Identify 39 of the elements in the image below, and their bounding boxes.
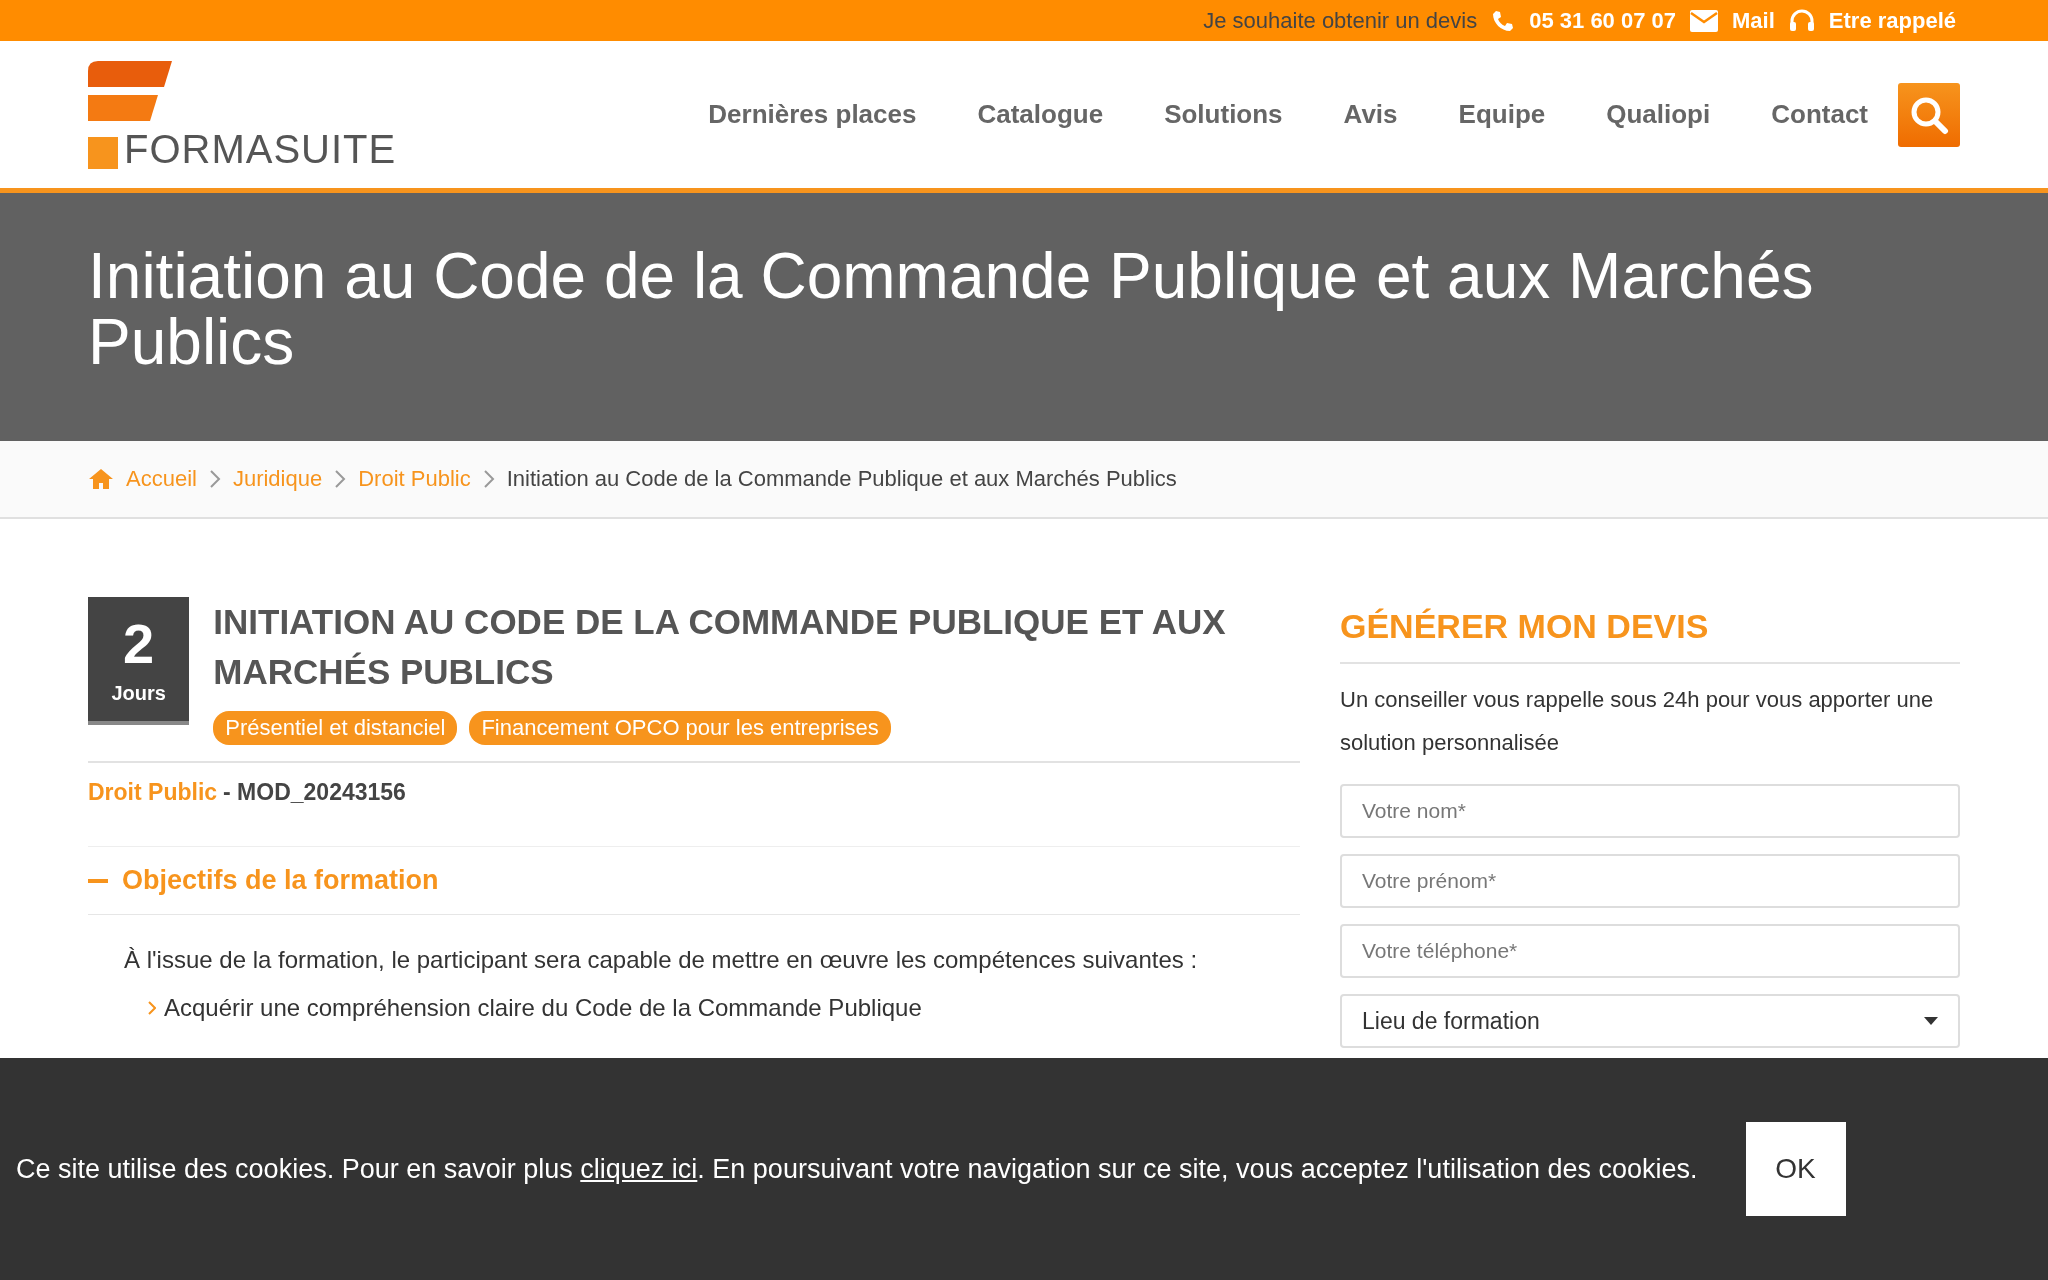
course-tag: Financement OPCO pour les entreprises: [469, 711, 891, 745]
duration-unit: Jours: [111, 681, 166, 705]
text-field[interactable]: Votre prénom*: [1340, 854, 1960, 908]
objective-item: Acquérir une compréhension claire du Code de la Commande Publique: [164, 993, 922, 1023]
select-field[interactable]: Lieu de formation: [1340, 994, 1960, 1048]
nav-link[interactable]: Solutions: [1164, 99, 1283, 130]
caret-down-icon: [1924, 1017, 1938, 1025]
ok-button[interactable]: OK: [1745, 1122, 1846, 1216]
minus-icon: [88, 878, 108, 883]
breadcrumb-current: Initiation au Code de la Commande Publique et aux Marchés Publics: [506, 466, 1177, 492]
cookie-message: Ce site utilise des cookies. Pour en savoir plus cliquez ici. En poursuivant votre navigation sur ce site, vous acceptez l'utilisation des cookies.: [16, 1153, 1698, 1185]
quote-link[interactable]: Je souhaite obtenir un devis: [1203, 7, 1478, 34]
chevron-right-icon: [334, 469, 347, 489]
course-title: INITIATION AU CODE DE LA COMMANDE PUBLIQUE ET AUX MARCHÉS PUBLICS: [213, 601, 1227, 693]
text-field[interactable]: Votre téléphone*: [1340, 924, 1960, 978]
nav-link[interactable]: Qualiopi: [1606, 99, 1711, 130]
logo-text: FORMASUITE: [124, 128, 397, 169]
headphones-icon: [1788, 8, 1815, 33]
nav-link[interactable]: Avis: [1343, 99, 1398, 130]
nav-link[interactable]: Dernières places: [708, 99, 917, 130]
form-title: GÉNÉRER MON DEVIS: [1340, 597, 1960, 664]
nav-link[interactable]: Equipe: [1458, 99, 1546, 130]
home-icon: [88, 468, 114, 490]
chevron-right-icon: [208, 469, 221, 489]
page-title: Initiation au Code de la Commande Publique et aux Marchés Publics: [88, 243, 1815, 375]
course-tag: Présentiel et distanciel: [213, 711, 458, 745]
envelope-icon: [1690, 9, 1719, 32]
search-button[interactable]: [1898, 82, 1960, 147]
nav-link[interactable]: Contact: [1771, 99, 1868, 130]
nav-link[interactable]: Catalogue: [977, 99, 1104, 130]
course-code: - MOD_20243156: [223, 779, 406, 806]
text-field[interactable]: Votre nom*: [1340, 784, 1960, 838]
form-description: Un conseiller vous rappelle sous 24h pour vous apporter une solution personnalisée: [1340, 686, 1935, 757]
cookie-info-link[interactable]: cliquez ici: [580, 1153, 698, 1184]
chevron-right-icon: [148, 1001, 156, 1015]
duration-value: 2: [123, 613, 155, 674]
chevron-right-icon: [482, 469, 495, 489]
section-intro: À l'issue de la formation, le participant sera capable de mettre en œuvre les compétences suivantes :: [124, 945, 1199, 975]
phone-icon: [1491, 8, 1516, 33]
